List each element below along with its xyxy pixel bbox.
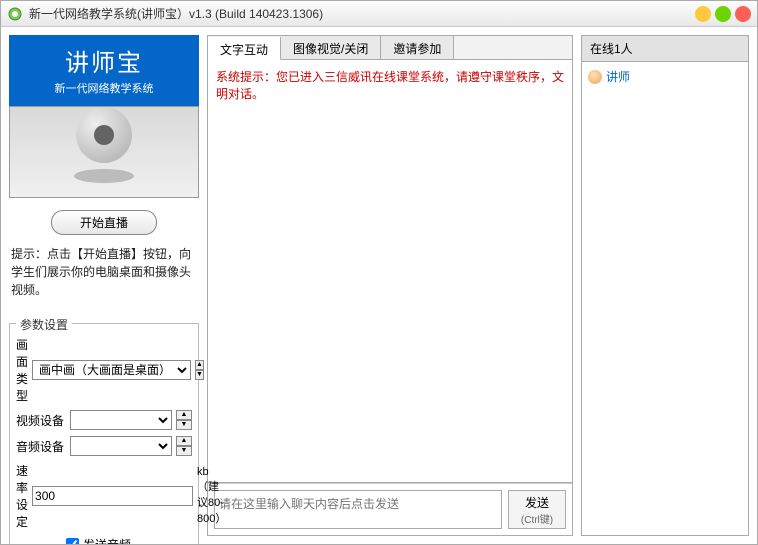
minimize-button[interactable] xyxy=(695,6,711,22)
tab-image-view[interactable]: 图像视觉/关闭 xyxy=(281,36,381,59)
banner-subtitle: 新一代网络教学系统 xyxy=(9,80,199,96)
banner-title: 讲师宝 xyxy=(9,43,199,78)
send-audio-checkbox[interactable] xyxy=(66,538,79,544)
system-message: 系统提示：您已进入三信威讯在线课堂系统，请遵守课堂秩序，文明对话。 xyxy=(216,68,564,102)
user-icon xyxy=(588,70,602,84)
tabs: 文字互动 图像视觉/关闭 邀请参加 xyxy=(208,36,572,60)
send-button[interactable]: 发送 (Ctrl键) xyxy=(508,490,566,529)
titlebar: 新一代网络教学系统(讲师宝）v1.3 (Build 140423.1306) xyxy=(1,1,757,27)
user-name: 讲师 xyxy=(606,68,630,85)
spin-up-icon[interactable]: ▲ xyxy=(176,410,192,420)
rate-label: 速率设定 xyxy=(16,462,28,530)
spin-down-icon[interactable]: ▼ xyxy=(195,370,204,380)
window-title: 新一代网络教学系统(讲师宝）v1.3 (Build 140423.1306) xyxy=(29,5,695,22)
audio-device-select[interactable] xyxy=(70,436,172,456)
tab-text-chat[interactable]: 文字互动 xyxy=(208,37,281,60)
rate-unit: kb（建议80-800） xyxy=(197,466,226,526)
chat-input[interactable] xyxy=(214,490,502,529)
layout-label: 画面类型 xyxy=(16,336,28,404)
spin-up-icon[interactable]: ▲ xyxy=(195,360,204,370)
video-device-select[interactable] xyxy=(70,410,172,430)
layout-select[interactable]: 画中画（大画面是桌面） xyxy=(32,360,191,380)
spin-up-icon[interactable]: ▲ xyxy=(176,436,192,446)
online-header: 在线1人 xyxy=(582,36,748,62)
send-audio-label: 发送音频 xyxy=(83,536,131,544)
start-broadcast-button[interactable]: 开始直播 xyxy=(51,210,157,235)
list-item[interactable]: 讲师 xyxy=(588,68,742,85)
app-icon xyxy=(7,6,23,22)
banner: 讲师宝 新一代网络教学系统 xyxy=(9,35,199,106)
chat-area: 系统提示：您已进入三信威讯在线课堂系统，请遵守课堂秩序，文明对话。 xyxy=(208,60,572,483)
audio-device-label: 音频设备 xyxy=(16,438,66,455)
send-label: 发送 xyxy=(525,494,549,511)
spin-down-icon[interactable]: ▼ xyxy=(176,446,192,456)
close-button[interactable] xyxy=(735,6,751,22)
camera-preview xyxy=(9,106,199,198)
spin-down-icon[interactable]: ▼ xyxy=(176,420,192,430)
user-list: 讲师 xyxy=(582,62,748,535)
video-device-label: 视频设备 xyxy=(16,412,66,429)
hint-text: 提示：点击【开始直播】按钮，向学生们展示你的电脑桌面和摄像头视频。 xyxy=(9,245,199,299)
rate-input[interactable] xyxy=(32,486,193,506)
send-hint: (Ctrl键) xyxy=(521,511,553,526)
tab-invite[interactable]: 邀请参加 xyxy=(381,36,454,59)
settings-legend: 参数设置 xyxy=(16,316,72,333)
webcam-icon xyxy=(69,107,139,197)
maximize-button[interactable] xyxy=(715,6,731,22)
settings-group: 参数设置 画面类型 画中画（大画面是桌面） ▲▼ 视频设备 ▲▼ 音频设备 ▲▼ xyxy=(9,323,199,544)
